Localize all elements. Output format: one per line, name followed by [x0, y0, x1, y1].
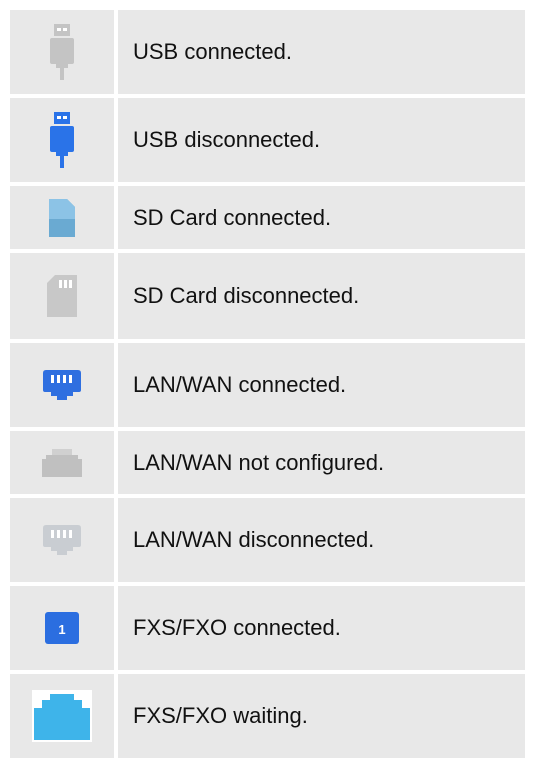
row-label: SD Card disconnected. [118, 253, 525, 339]
sd-card-disconnected-icon [47, 275, 77, 317]
usb-connected-icon [50, 24, 74, 80]
status-icon-legend-table: USB connected. USB disconnected. SD Card… [10, 10, 525, 758]
row-label: USB disconnected. [118, 98, 525, 182]
icon-cell-usb-disconnected [10, 98, 114, 182]
icon-cell-lan-wan-disconnected [10, 498, 114, 582]
usb-disconnected-icon [50, 112, 74, 168]
icon-cell-usb-connected [10, 10, 114, 94]
icon-cell-fxs-fxo-connected: 1 [10, 586, 114, 670]
row-label: LAN/WAN not configured. [118, 431, 525, 494]
icon-cell-sd-card-disconnected [10, 253, 114, 339]
fxs-fxo-connected-icon: 1 [45, 612, 79, 644]
icon-cell-lan-wan-connected [10, 343, 114, 427]
row-label: USB connected. [118, 10, 525, 94]
fxs-fxo-waiting-icon [32, 690, 92, 742]
icon-cell-sd-card-connected [10, 186, 114, 249]
row-label: LAN/WAN disconnected. [118, 498, 525, 582]
sd-card-connected-icon [49, 198, 75, 237]
fxs-port-number: 1 [58, 622, 65, 637]
row-label: FXS/FXO connected. [118, 586, 525, 670]
row-label: LAN/WAN connected. [118, 343, 525, 427]
row-label: SD Card connected. [118, 186, 525, 249]
lan-wan-not-configured-icon [42, 448, 82, 477]
lan-wan-disconnected-icon [43, 525, 81, 555]
lan-wan-connected-icon [43, 370, 81, 400]
icon-cell-lan-wan-not-configured [10, 431, 114, 494]
row-label: FXS/FXO waiting. [118, 674, 525, 758]
icon-cell-fxs-fxo-waiting [10, 674, 114, 758]
